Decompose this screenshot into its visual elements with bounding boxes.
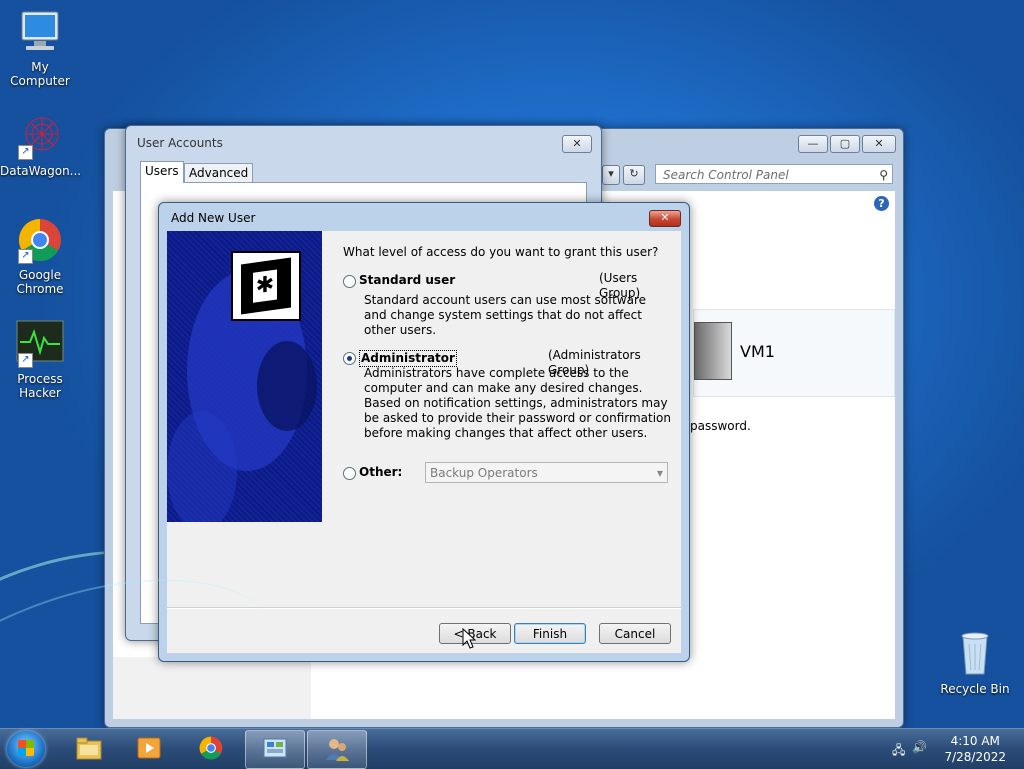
desktop-icon-label: Google Chrome [16,268,64,296]
cancel-button[interactable]: Cancel [599,623,671,644]
search-icon[interactable]: ⚲ [879,165,888,185]
shortcut-arrow-icon: ↗ [18,145,33,160]
refresh-icon[interactable]: ↻ [623,165,645,185]
taskbar-media-player[interactable] [120,730,178,767]
administrator-description: Administrators have complete access to t… [364,366,672,440]
desktop-icon-google-chrome[interactable]: ↗ Google Chrome [0,216,80,296]
dialog-client: ✱ What level of access do you want to gr… [167,231,681,653]
standard-user-description: Standard account users can use most soft… [364,293,647,337]
minimize-button[interactable]: — [798,135,828,153]
users-icon [324,736,350,762]
tab-users[interactable]: Users [140,161,184,183]
recycle-bin-icon [951,630,999,678]
close-button[interactable]: ✕ [649,210,681,227]
user-card[interactable]: VM1 [693,309,895,397]
desktop-icon-label: My Computer [10,60,70,88]
desktop-icon-my-computer[interactable]: My Computer [0,8,80,88]
shortcut-arrow-icon: ↗ [18,249,33,264]
chrome-icon: ↗ [16,216,64,264]
folder-icon [76,735,102,761]
access-question: What level of access do you want to gran… [343,245,659,259]
desktop-icon-label: Recycle Bin [940,682,1010,696]
wizard-side-image: ✱ [167,231,322,522]
user-picture-icon [694,322,732,380]
control-panel-icon [262,736,288,762]
process-hacker-icon: ↗ [16,320,64,368]
maximize-button[interactable]: ▢ [830,135,860,153]
clock[interactable]: 4:10 AM 7/28/2022 [944,733,1006,765]
other-group-dropdown[interactable]: Backup Operators ▼ [425,462,668,483]
administrator-label[interactable]: Administrator [359,350,457,367]
user-name: VM1 [740,342,775,361]
dialog-title: Add New User [171,211,256,225]
network-icon[interactable]: 🖧 [892,741,905,762]
dropdown-value: Backup Operators [430,466,538,480]
finish-button[interactable]: Finish [514,623,586,644]
standard-user-label[interactable]: Standard user [359,273,455,288]
taskbar-explorer[interactable] [60,730,118,767]
chevron-down-icon: ▼ [656,469,663,478]
clock-time: 4:10 AM [950,734,1000,748]
clock-date: 7/28/2022 [944,750,1006,764]
desktop-icon-label: DataWagon... [0,164,82,178]
volume-icon[interactable]: 🔊 [912,740,927,754]
password-text: password. [690,419,751,433]
taskbar-control-panel[interactable] [245,730,305,769]
window-title: User Accounts [137,136,223,150]
close-button[interactable]: ✕ [862,135,896,153]
key-icon: ✱ [231,251,301,321]
desktop-icon-datawagon[interactable]: ↗ DataWagon... [0,112,82,178]
search-input[interactable]: Search Control Panel ⚲ [655,164,893,184]
other-label[interactable]: Other: [359,465,402,480]
standard-user-radio[interactable] [343,275,356,288]
datawagon-icon: ↗ [16,112,64,160]
windows-logo-icon [18,740,34,756]
separator [167,607,681,609]
tab-advanced[interactable]: Advanced [184,163,254,183]
help-icon[interactable]: ? [874,196,889,211]
system-tray: 🖧 🔊 4:10 AM 7/28/2022 [884,729,1024,769]
desktop-icon-process-hacker[interactable]: ↗ Process Hacker [0,320,80,400]
other-radio[interactable] [343,467,356,480]
close-button[interactable]: ✕ [562,135,592,153]
desktop-icon-recycle-bin[interactable]: Recycle Bin [935,630,1015,696]
mouse-cursor-icon [462,628,476,649]
taskbar-chrome[interactable] [182,730,240,767]
media-player-icon [136,735,162,761]
content-bottom-left [113,657,311,719]
taskbar-user-accounts[interactable] [307,730,367,769]
administrator-radio[interactable] [343,352,356,365]
shortcut-arrow-icon: ↗ [18,353,33,368]
taskbar: 🖧 🔊 4:10 AM 7/28/2022 [0,728,1024,769]
add-new-user-dialog[interactable]: Add New User ✕ ✱ What level of access do… [158,202,690,662]
chrome-icon [198,735,224,761]
search-placeholder: Search Control Panel [663,168,789,182]
desktop-icon-label: Process Hacker [17,372,63,400]
address-dropdown-icon[interactable]: ▾ [602,165,620,185]
start-button[interactable] [7,731,45,767]
desktop: My Computer ↗ DataWagon... ↗ Google Chro… [0,0,1024,728]
computer-icon [16,8,64,56]
